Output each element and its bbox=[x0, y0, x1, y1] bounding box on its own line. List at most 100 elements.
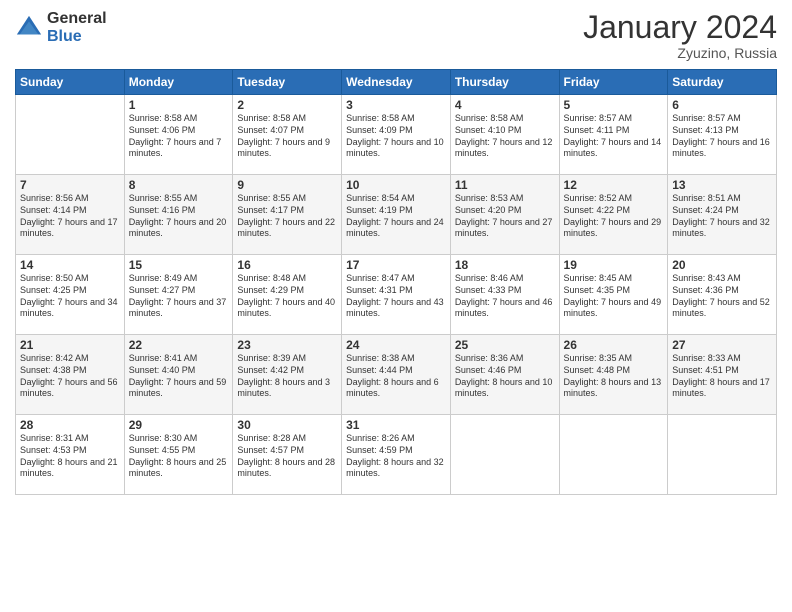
cell-info: Sunrise: 8:58 AMSunset: 4:07 PMDaylight:… bbox=[237, 113, 330, 158]
day-number: 7 bbox=[20, 178, 120, 192]
cell-info: Sunrise: 8:41 AMSunset: 4:40 PMDaylight:… bbox=[129, 353, 227, 398]
cell-1-4: 11 Sunrise: 8:53 AMSunset: 4:20 PMDaylig… bbox=[450, 175, 559, 255]
day-number: 4 bbox=[455, 98, 555, 112]
calendar-table: Sunday Monday Tuesday Wednesday Thursday… bbox=[15, 69, 777, 495]
week-row-0: 1 Sunrise: 8:58 AMSunset: 4:06 PMDayligh… bbox=[16, 95, 777, 175]
cell-info: Sunrise: 8:36 AMSunset: 4:46 PMDaylight:… bbox=[455, 353, 553, 398]
cell-0-6: 6 Sunrise: 8:57 AMSunset: 4:13 PMDayligh… bbox=[668, 95, 777, 175]
day-number: 31 bbox=[346, 418, 446, 432]
day-number: 17 bbox=[346, 258, 446, 272]
cell-info: Sunrise: 8:57 AMSunset: 4:13 PMDaylight:… bbox=[672, 113, 770, 158]
cell-0-1: 1 Sunrise: 8:58 AMSunset: 4:06 PMDayligh… bbox=[124, 95, 233, 175]
cell-info: Sunrise: 8:30 AMSunset: 4:55 PMDaylight:… bbox=[129, 433, 227, 478]
cell-info: Sunrise: 8:38 AMSunset: 4:44 PMDaylight:… bbox=[346, 353, 439, 398]
cell-info: Sunrise: 8:33 AMSunset: 4:51 PMDaylight:… bbox=[672, 353, 770, 398]
cell-4-4 bbox=[450, 415, 559, 495]
cell-info: Sunrise: 8:56 AMSunset: 4:14 PMDaylight:… bbox=[20, 193, 118, 238]
cell-2-0: 14 Sunrise: 8:50 AMSunset: 4:25 PMDaylig… bbox=[16, 255, 125, 335]
cell-3-2: 23 Sunrise: 8:39 AMSunset: 4:42 PMDaylig… bbox=[233, 335, 342, 415]
cell-info: Sunrise: 8:48 AMSunset: 4:29 PMDaylight:… bbox=[237, 273, 335, 318]
cell-2-5: 19 Sunrise: 8:45 AMSunset: 4:35 PMDaylig… bbox=[559, 255, 668, 335]
cell-info: Sunrise: 8:26 AMSunset: 4:59 PMDaylight:… bbox=[346, 433, 444, 478]
logo-icon bbox=[15, 14, 43, 42]
cell-0-3: 3 Sunrise: 8:58 AMSunset: 4:09 PMDayligh… bbox=[342, 95, 451, 175]
logo-blue: Blue bbox=[47, 28, 107, 46]
cell-1-0: 7 Sunrise: 8:56 AMSunset: 4:14 PMDayligh… bbox=[16, 175, 125, 255]
week-row-2: 14 Sunrise: 8:50 AMSunset: 4:25 PMDaylig… bbox=[16, 255, 777, 335]
cell-2-3: 17 Sunrise: 8:47 AMSunset: 4:31 PMDaylig… bbox=[342, 255, 451, 335]
col-thursday: Thursday bbox=[450, 70, 559, 95]
location: Zyuzino, Russia bbox=[583, 45, 777, 61]
cell-info: Sunrise: 8:53 AMSunset: 4:20 PMDaylight:… bbox=[455, 193, 553, 238]
cell-info: Sunrise: 8:39 AMSunset: 4:42 PMDaylight:… bbox=[237, 353, 330, 398]
month-title: January 2024 bbox=[583, 10, 777, 45]
day-number: 26 bbox=[564, 338, 664, 352]
day-number: 28 bbox=[20, 418, 120, 432]
day-number: 15 bbox=[129, 258, 229, 272]
cell-info: Sunrise: 8:28 AMSunset: 4:57 PMDaylight:… bbox=[237, 433, 335, 478]
day-number: 2 bbox=[237, 98, 337, 112]
cell-3-4: 25 Sunrise: 8:36 AMSunset: 4:46 PMDaylig… bbox=[450, 335, 559, 415]
cell-info: Sunrise: 8:58 AMSunset: 4:10 PMDaylight:… bbox=[455, 113, 553, 158]
cell-0-5: 5 Sunrise: 8:57 AMSunset: 4:11 PMDayligh… bbox=[559, 95, 668, 175]
cell-info: Sunrise: 8:31 AMSunset: 4:53 PMDaylight:… bbox=[20, 433, 118, 478]
cell-info: Sunrise: 8:58 AMSunset: 4:06 PMDaylight:… bbox=[129, 113, 222, 158]
day-number: 3 bbox=[346, 98, 446, 112]
cell-info: Sunrise: 8:50 AMSunset: 4:25 PMDaylight:… bbox=[20, 273, 118, 318]
cell-3-1: 22 Sunrise: 8:41 AMSunset: 4:40 PMDaylig… bbox=[124, 335, 233, 415]
day-number: 23 bbox=[237, 338, 337, 352]
cell-1-3: 10 Sunrise: 8:54 AMSunset: 4:19 PMDaylig… bbox=[342, 175, 451, 255]
cell-info: Sunrise: 8:42 AMSunset: 4:38 PMDaylight:… bbox=[20, 353, 118, 398]
cell-info: Sunrise: 8:51 AMSunset: 4:24 PMDaylight:… bbox=[672, 193, 770, 238]
day-number: 30 bbox=[237, 418, 337, 432]
day-number: 29 bbox=[129, 418, 229, 432]
col-saturday: Saturday bbox=[668, 70, 777, 95]
cell-4-6 bbox=[668, 415, 777, 495]
day-number: 16 bbox=[237, 258, 337, 272]
cell-1-2: 9 Sunrise: 8:55 AMSunset: 4:17 PMDayligh… bbox=[233, 175, 342, 255]
day-number: 27 bbox=[672, 338, 772, 352]
logo: General Blue bbox=[15, 10, 107, 45]
day-number: 25 bbox=[455, 338, 555, 352]
cell-0-0 bbox=[16, 95, 125, 175]
cell-info: Sunrise: 8:47 AMSunset: 4:31 PMDaylight:… bbox=[346, 273, 444, 318]
cell-info: Sunrise: 8:54 AMSunset: 4:19 PMDaylight:… bbox=[346, 193, 444, 238]
cell-3-3: 24 Sunrise: 8:38 AMSunset: 4:44 PMDaylig… bbox=[342, 335, 451, 415]
logo-general: General bbox=[47, 10, 107, 28]
day-number: 12 bbox=[564, 178, 664, 192]
day-number: 6 bbox=[672, 98, 772, 112]
cell-1-6: 13 Sunrise: 8:51 AMSunset: 4:24 PMDaylig… bbox=[668, 175, 777, 255]
cell-4-1: 29 Sunrise: 8:30 AMSunset: 4:55 PMDaylig… bbox=[124, 415, 233, 495]
day-number: 20 bbox=[672, 258, 772, 272]
day-number: 14 bbox=[20, 258, 120, 272]
col-monday: Monday bbox=[124, 70, 233, 95]
cell-1-1: 8 Sunrise: 8:55 AMSunset: 4:16 PMDayligh… bbox=[124, 175, 233, 255]
cell-info: Sunrise: 8:43 AMSunset: 4:36 PMDaylight:… bbox=[672, 273, 770, 318]
cell-info: Sunrise: 8:55 AMSunset: 4:17 PMDaylight:… bbox=[237, 193, 335, 238]
day-number: 13 bbox=[672, 178, 772, 192]
day-number: 9 bbox=[237, 178, 337, 192]
header: General Blue January 2024 Zyuzino, Russi… bbox=[15, 10, 777, 61]
cell-4-0: 28 Sunrise: 8:31 AMSunset: 4:53 PMDaylig… bbox=[16, 415, 125, 495]
cell-2-1: 15 Sunrise: 8:49 AMSunset: 4:27 PMDaylig… bbox=[124, 255, 233, 335]
day-number: 19 bbox=[564, 258, 664, 272]
cell-0-4: 4 Sunrise: 8:58 AMSunset: 4:10 PMDayligh… bbox=[450, 95, 559, 175]
cell-0-2: 2 Sunrise: 8:58 AMSunset: 4:07 PMDayligh… bbox=[233, 95, 342, 175]
cell-2-6: 20 Sunrise: 8:43 AMSunset: 4:36 PMDaylig… bbox=[668, 255, 777, 335]
col-wednesday: Wednesday bbox=[342, 70, 451, 95]
day-number: 1 bbox=[129, 98, 229, 112]
cell-3-5: 26 Sunrise: 8:35 AMSunset: 4:48 PMDaylig… bbox=[559, 335, 668, 415]
col-sunday: Sunday bbox=[16, 70, 125, 95]
col-friday: Friday bbox=[559, 70, 668, 95]
cell-info: Sunrise: 8:58 AMSunset: 4:09 PMDaylight:… bbox=[346, 113, 444, 158]
day-number: 18 bbox=[455, 258, 555, 272]
logo-text: General Blue bbox=[47, 10, 107, 45]
week-row-4: 28 Sunrise: 8:31 AMSunset: 4:53 PMDaylig… bbox=[16, 415, 777, 495]
cell-2-2: 16 Sunrise: 8:48 AMSunset: 4:29 PMDaylig… bbox=[233, 255, 342, 335]
col-tuesday: Tuesday bbox=[233, 70, 342, 95]
cell-info: Sunrise: 8:57 AMSunset: 4:11 PMDaylight:… bbox=[564, 113, 662, 158]
cell-4-2: 30 Sunrise: 8:28 AMSunset: 4:57 PMDaylig… bbox=[233, 415, 342, 495]
day-number: 21 bbox=[20, 338, 120, 352]
title-block: January 2024 Zyuzino, Russia bbox=[583, 10, 777, 61]
week-row-1: 7 Sunrise: 8:56 AMSunset: 4:14 PMDayligh… bbox=[16, 175, 777, 255]
